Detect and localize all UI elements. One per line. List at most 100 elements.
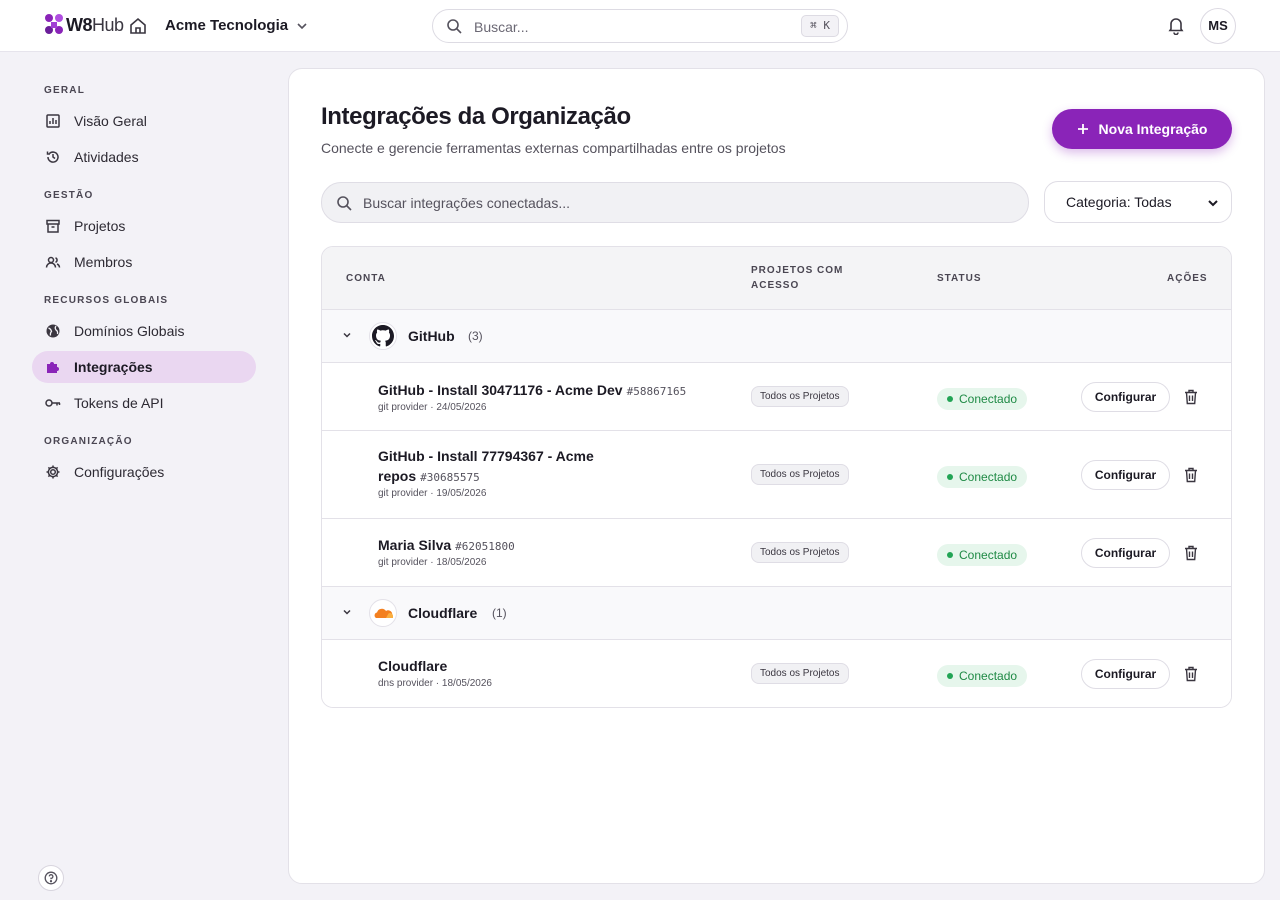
history-icon bbox=[44, 148, 62, 166]
table-row: GitHub - Install 77794367 - Acme repos #3… bbox=[322, 431, 1231, 519]
top-bar: W8Hub Acme Tecnologia Buscar... ⌘ K MS bbox=[0, 0, 1280, 52]
org-switcher[interactable]: Acme Tecnologia bbox=[165, 17, 308, 34]
search-icon bbox=[337, 196, 352, 211]
sidebar-item-label: Visão Geral bbox=[74, 113, 147, 129]
github-icon bbox=[369, 322, 397, 350]
configure-button[interactable]: Configurar bbox=[1081, 538, 1170, 568]
group-name: Cloudflare bbox=[408, 605, 478, 621]
projects-badge: Todos os Projetos bbox=[751, 464, 849, 485]
integrations-search-placeholder: Buscar integrações conectadas... bbox=[363, 195, 571, 211]
sidebar-item-label: Configurações bbox=[74, 464, 165, 480]
table-header: CONTA PROJETOS COM ACESSO STATUS AÇÕES bbox=[322, 247, 1231, 310]
trash-icon[interactable] bbox=[1184, 545, 1198, 561]
sidebar-section-organizacao: ORGANIZAÇÃO bbox=[44, 436, 133, 447]
chevron-down-icon[interactable] bbox=[342, 330, 352, 340]
status-badge: Conectado bbox=[937, 466, 1028, 488]
column-header-projetos-line2: ACESSO bbox=[751, 280, 800, 291]
puzzle-icon bbox=[44, 358, 62, 376]
sidebar-item-atividades[interactable]: Atividades bbox=[32, 141, 256, 173]
trash-icon[interactable] bbox=[1184, 389, 1198, 405]
sidebar-item-membros[interactable]: Membros bbox=[32, 246, 256, 278]
status-badge: Conectado bbox=[937, 665, 1028, 687]
projects-badge: Todos os Projetos bbox=[751, 663, 849, 684]
org-name: Acme Tecnologia bbox=[165, 17, 289, 34]
app-logo[interactable]: W8Hub bbox=[44, 13, 124, 37]
configure-button[interactable]: Configurar bbox=[1081, 382, 1170, 412]
logo-mark-icon bbox=[45, 14, 63, 34]
sidebar-item-label: Atividades bbox=[74, 149, 139, 165]
table-row: Cloudflare dns provider · 18/05/2026 Tod… bbox=[322, 640, 1231, 707]
user-avatar[interactable]: MS bbox=[1200, 8, 1236, 44]
sidebar-item-dominios-globais[interactable]: Domínios Globais bbox=[32, 315, 256, 347]
globe-icon bbox=[44, 322, 62, 340]
integrations-table: CONTA PROJETOS COM ACESSO STATUS AÇÕES G… bbox=[321, 246, 1232, 708]
page-title: Integrações da Organização bbox=[321, 103, 631, 130]
category-select[interactable]: Categoria: Todas bbox=[1044, 181, 1232, 223]
status-badge: Conectado bbox=[937, 388, 1028, 410]
global-search[interactable]: Buscar... ⌘ K bbox=[432, 9, 848, 43]
account-meta: git provider · 19/05/2026 bbox=[378, 488, 487, 499]
sidebar-item-visao-geral[interactable]: Visão Geral bbox=[32, 105, 256, 137]
table-row: Maria Silva #62051800 git provider · 18/0… bbox=[322, 519, 1231, 587]
sidebar-item-configuracoes[interactable]: Configurações bbox=[32, 456, 256, 488]
sidebar-item-tokens-de-api[interactable]: Tokens de API bbox=[32, 387, 256, 419]
sidebar-item-integracoes[interactable]: Integrações bbox=[32, 351, 256, 383]
main-panel: Integrações da Organização Conecte e ger… bbox=[288, 68, 1265, 884]
page-subtitle: Conecte e gerencie ferramentas externas … bbox=[321, 140, 786, 156]
column-header-status: STATUS bbox=[937, 273, 982, 284]
integrations-search-input[interactable]: Buscar integrações conectadas... bbox=[321, 182, 1029, 223]
home-icon[interactable] bbox=[128, 16, 148, 36]
group-row-github[interactable]: GitHub (3) bbox=[322, 310, 1231, 363]
search-placeholder: Buscar... bbox=[474, 19, 529, 35]
chart-icon bbox=[44, 112, 62, 130]
table-row: GitHub - Install 30471176 - Acme Dev #588… bbox=[322, 363, 1231, 431]
sidebar-section-geral: GERAL bbox=[44, 85, 85, 96]
cloudflare-icon bbox=[369, 599, 397, 627]
projects-badge: Todos os Projetos bbox=[751, 386, 849, 407]
chevron-down-icon[interactable] bbox=[342, 607, 352, 617]
group-name: GitHub bbox=[408, 328, 455, 344]
sidebar-section-recursos-globais: RECURSOS GLOBAIS bbox=[44, 295, 169, 306]
sidebar-item-label: Projetos bbox=[74, 218, 126, 234]
help-button[interactable] bbox=[38, 865, 64, 891]
account-name: Maria Silva #62051800 bbox=[378, 537, 515, 553]
trash-icon[interactable] bbox=[1184, 467, 1198, 483]
group-row-cloudflare[interactable]: Cloudflare (1) bbox=[322, 587, 1231, 640]
account-name: GitHub - Install 30471176 - Acme Dev #588… bbox=[378, 382, 687, 398]
archive-icon bbox=[44, 217, 62, 235]
account-name-cont: repos #30685575 bbox=[378, 468, 480, 484]
account-id: #30685575 bbox=[420, 471, 480, 484]
sidebar-item-label: Membros bbox=[74, 254, 133, 270]
users-icon bbox=[44, 253, 62, 271]
gear-icon bbox=[44, 463, 62, 481]
plus-icon bbox=[1077, 124, 1088, 134]
bell-icon[interactable] bbox=[1166, 15, 1186, 35]
logo-text: W8Hub bbox=[66, 14, 124, 35]
account-name: GitHub - Install 77794367 - Acme bbox=[378, 448, 594, 464]
key-icon bbox=[44, 394, 62, 412]
account-name: Cloudflare bbox=[378, 658, 448, 674]
account-id: #58867165 bbox=[626, 385, 687, 398]
status-badge: Conectado bbox=[937, 544, 1028, 566]
account-meta: git provider · 18/05/2026 bbox=[378, 557, 487, 568]
sidebar-item-label: Tokens de API bbox=[74, 395, 164, 411]
group-count: (1) bbox=[492, 606, 507, 620]
sidebar-item-projetos[interactable]: Projetos bbox=[32, 210, 256, 242]
account-id: #62051800 bbox=[455, 540, 515, 553]
configure-button[interactable]: Configurar bbox=[1081, 460, 1170, 490]
group-count: (3) bbox=[468, 329, 483, 343]
configure-button[interactable]: Configurar bbox=[1081, 659, 1170, 689]
sidebar-item-label: Domínios Globais bbox=[74, 323, 185, 339]
account-meta: git provider · 24/05/2026 bbox=[378, 402, 487, 413]
sidebar: GERAL Visão Geral Atividades GESTÃO Proj… bbox=[0, 52, 272, 900]
account-meta: dns provider · 18/05/2026 bbox=[378, 678, 492, 689]
sidebar-item-label: Integrações bbox=[74, 359, 153, 375]
category-select-value: Categoria: Todas bbox=[1066, 194, 1172, 210]
search-icon bbox=[447, 19, 462, 34]
new-integration-button[interactable]: Nova Integração bbox=[1052, 109, 1232, 149]
trash-icon[interactable] bbox=[1184, 666, 1198, 682]
new-integration-label: Nova Integração bbox=[1098, 121, 1208, 137]
column-header-conta: CONTA bbox=[346, 273, 386, 284]
chevron-down-icon bbox=[1208, 200, 1218, 207]
search-shortcut: ⌘ K bbox=[801, 15, 839, 37]
